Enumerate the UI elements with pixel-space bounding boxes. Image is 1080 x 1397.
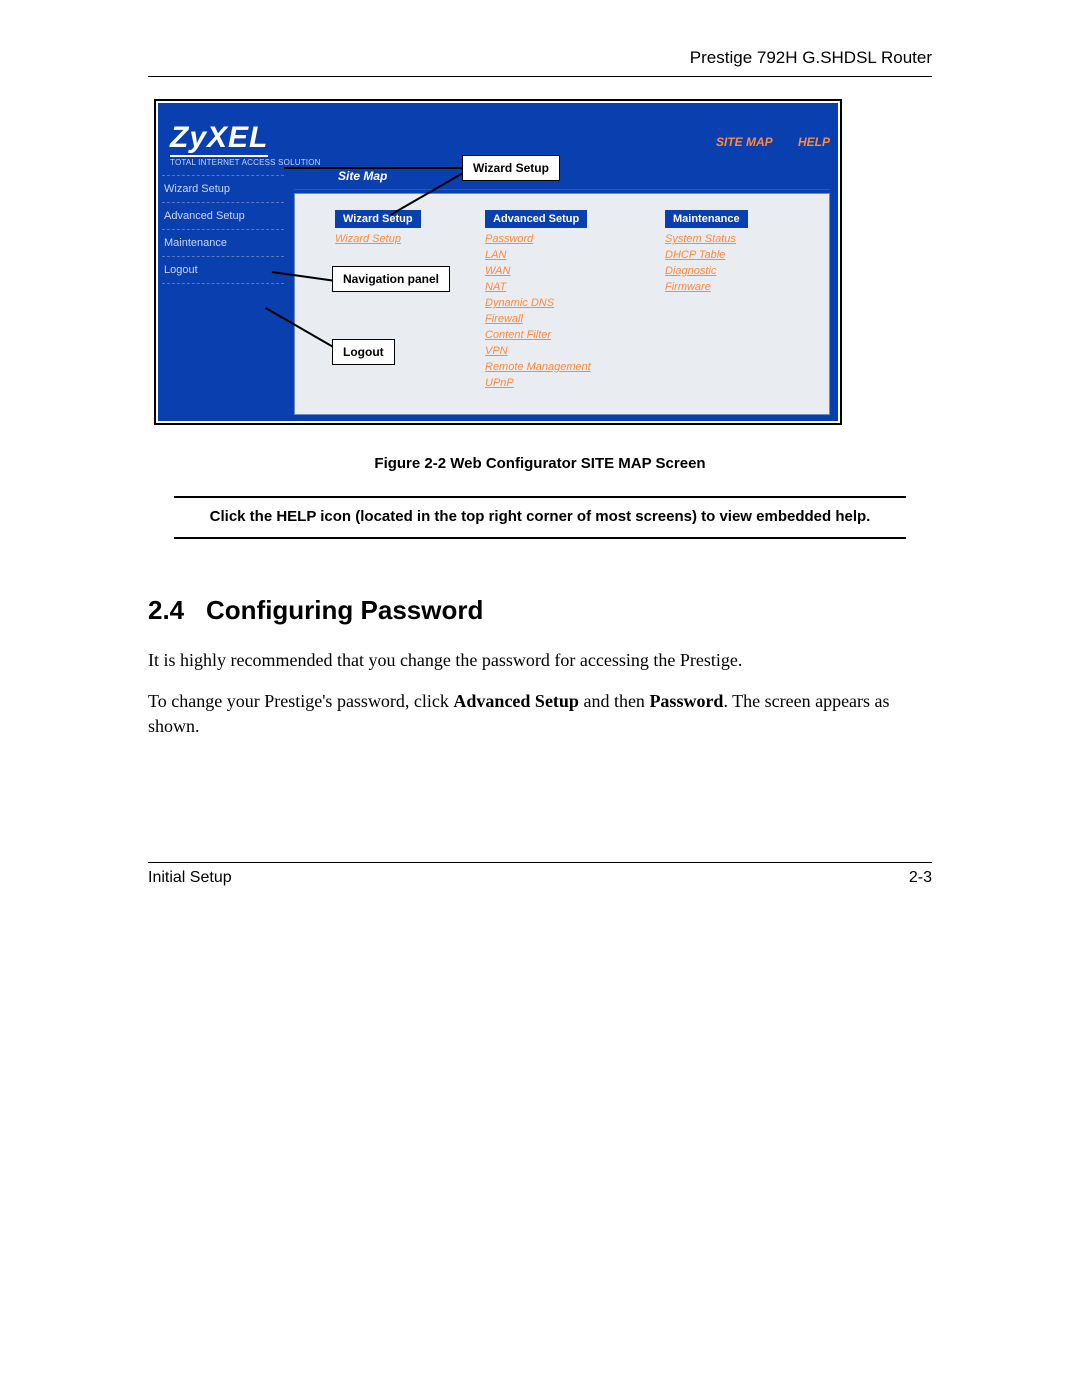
screenshot-figure: ZyXEL Total Internet Access Solution SIT…	[154, 99, 842, 425]
col-advanced: Advanced Setup Password LAN WAN NAT Dyna…	[485, 210, 625, 391]
col-wizard-head: Wizard Setup	[335, 210, 421, 228]
maint-diag-link[interactable]: Diagnostic	[665, 265, 716, 277]
document-page: Prestige 792H G.SHDSL Router ZyXEL Total…	[0, 0, 1080, 1397]
body-paragraph-1: It is highly recommended that you change…	[148, 648, 932, 673]
adv-ddns-link[interactable]: Dynamic DNS	[485, 297, 554, 309]
footer-left: Initial Setup	[148, 869, 232, 887]
section-heading: 2.4Configuring Password	[148, 595, 932, 626]
adv-password-link[interactable]: Password	[485, 233, 533, 245]
content-title-bar: Site Map	[290, 167, 832, 189]
p2-bold-password: Password	[649, 691, 723, 711]
figure-caption: Figure 2-2 Web Configurator SITE MAP Scr…	[148, 455, 932, 472]
sidebar-item-advanced[interactable]: Advanced Setup	[158, 203, 290, 229]
sidebar-item-logout[interactable]: Logout	[158, 257, 290, 283]
content-title: Site Map	[338, 169, 387, 183]
footer-right: 2-3	[909, 869, 932, 887]
p2-text-a: To change your Prestige's password, clic…	[148, 691, 453, 711]
sidebar-item-wizard[interactable]: Wizard Setup	[158, 176, 290, 202]
maint-status-link[interactable]: System Status	[665, 233, 736, 245]
tip-box: Click the HELP icon (located in the top …	[174, 496, 906, 539]
logo-tagline: Total Internet Access Solution	[170, 158, 321, 167]
adv-nat-link[interactable]: NAT	[485, 281, 506, 293]
router-screenshot: ZyXEL Total Internet Access Solution SIT…	[154, 99, 842, 425]
top-links: SITE MAP HELP	[694, 135, 830, 149]
sidebar-item-maintenance[interactable]: Maintenance	[158, 230, 290, 256]
sitemap-link[interactable]: SITE MAP	[716, 135, 773, 149]
page-footer: Initial Setup 2-3	[148, 862, 932, 887]
col-maint-head: Maintenance	[665, 210, 748, 228]
wizard-setup-link[interactable]: Wizard Setup	[335, 233, 401, 245]
section-number: 2.4	[148, 595, 206, 626]
logo-brand: ZyXEL	[170, 123, 268, 157]
col-advanced-head: Advanced Setup	[485, 210, 587, 228]
p2-bold-advanced: Advanced Setup	[453, 691, 579, 711]
adv-remote-link[interactable]: Remote Management	[485, 361, 591, 373]
screenshot-sidebar: Wizard Setup Advanced Setup Maintenance …	[158, 175, 290, 421]
footer-rule	[148, 862, 932, 863]
adv-upnp-link[interactable]: UPnP	[485, 377, 514, 389]
screenshot-body: ZyXEL Total Internet Access Solution SIT…	[158, 103, 838, 421]
adv-contentfilter-link[interactable]: Content Filter	[485, 329, 551, 341]
adv-lan-link[interactable]: LAN	[485, 249, 506, 261]
adv-firewall-link[interactable]: Firewall	[485, 313, 523, 325]
maint-dhcp-link[interactable]: DHCP Table	[665, 249, 725, 261]
page-header-title: Prestige 792H G.SHDSL Router	[148, 48, 932, 72]
help-link[interactable]: HELP	[798, 135, 830, 149]
zyxel-logo: ZyXEL Total Internet Access Solution	[170, 123, 321, 167]
adv-vpn-link[interactable]: VPN	[485, 345, 508, 357]
callout-wizard-setup: Wizard Setup	[462, 155, 560, 181]
sitemap-panel: Wizard Setup Wizard Setup Advanced Setup…	[294, 193, 830, 415]
body-paragraph-2: To change your Prestige's password, clic…	[148, 689, 932, 739]
header-rule	[148, 76, 932, 77]
leader-line	[284, 167, 464, 169]
section-title: Configuring Password	[206, 595, 483, 625]
content-divider	[294, 189, 830, 190]
callout-nav-panel: Navigation panel	[332, 266, 450, 292]
adv-wan-link[interactable]: WAN	[485, 265, 510, 277]
col-maintenance: Maintenance System Status DHCP Table Dia…	[665, 210, 790, 295]
p2-text-c: and then	[579, 691, 649, 711]
maint-firmware-link[interactable]: Firmware	[665, 281, 711, 293]
callout-logout: Logout	[332, 339, 395, 365]
